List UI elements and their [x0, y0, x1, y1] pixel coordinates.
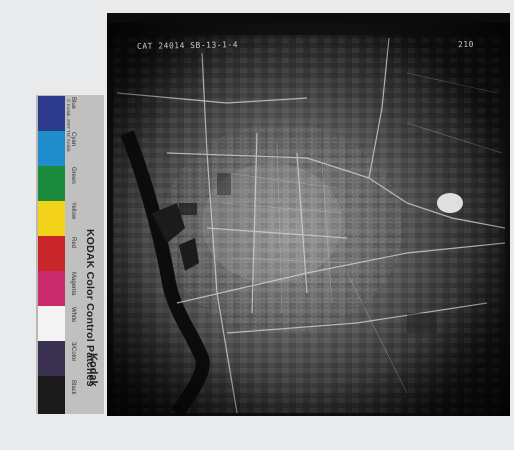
- patch-green: [38, 166, 65, 201]
- patch-white: [38, 306, 65, 341]
- frame-number: 210: [457, 39, 475, 50]
- kodak-color-card: KODAK Color Control Patches Kodak Blue C…: [36, 95, 104, 414]
- patch-label-red: Red: [70, 237, 76, 249]
- patch-red: [38, 236, 65, 271]
- vignette: [107, 13, 510, 416]
- patch-magenta: [38, 271, 65, 306]
- patch-label-3color: 3/Color: [70, 342, 76, 362]
- patch-label-black: Black: [70, 380, 76, 395]
- patch-black: [38, 376, 65, 414]
- patch-label-white: White: [70, 307, 76, 323]
- aerial-image: [107, 13, 510, 416]
- aerial-photograph: CAT 24014 SB-13-1-4 210: [107, 13, 510, 416]
- patch-3color: [38, 341, 65, 376]
- card-fine-print: © Kodak, 2007 TM: Kodak: [66, 99, 71, 152]
- reference-code: CAT 24014 SB-13-1-4: [136, 40, 239, 51]
- card-brand: Kodak: [87, 353, 99, 387]
- patch-label-magenta: Magenta: [70, 272, 76, 296]
- patch-yellow: [38, 201, 65, 236]
- patch-label-yellow: Yellow: [70, 202, 76, 220]
- patch-blue: [38, 96, 65, 131]
- patch-cyan: [38, 131, 65, 166]
- patch-label-green: Green: [70, 167, 76, 184]
- scan-scene: CAT 24014 SB-13-1-4 210 KODAK Color Cont…: [0, 0, 514, 450]
